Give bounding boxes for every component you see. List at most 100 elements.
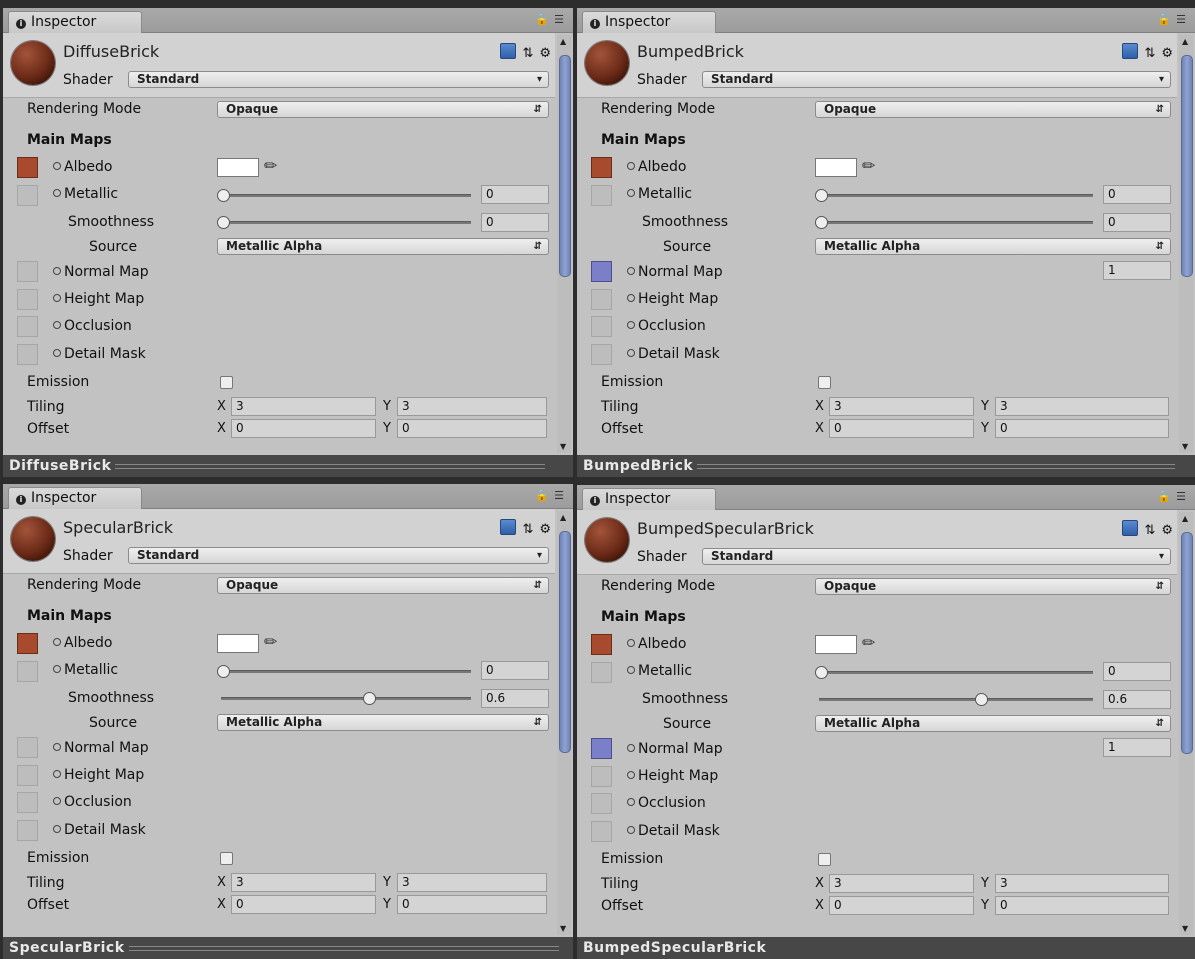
- metallic-texture-slot[interactable]: [17, 661, 38, 682]
- metallic-texture-slot[interactable]: [591, 185, 612, 206]
- tiling-y-field[interactable]: 3: [397, 397, 547, 416]
- metallic-slider-track[interactable]: [221, 670, 471, 673]
- footer-divider[interactable]: [697, 463, 1176, 469]
- detail-mask-texture-slot[interactable]: [591, 821, 612, 842]
- metallic-slider-handle[interactable]: [815, 666, 828, 679]
- scrollbar-thumb[interactable]: [559, 531, 571, 753]
- metallic-texture-slot[interactable]: [591, 662, 612, 683]
- albedo-color-swatch[interactable]: [217, 158, 259, 177]
- tiling-x-field[interactable]: 3: [829, 397, 974, 416]
- preset-icon[interactable]: ⇅: [522, 522, 533, 537]
- height-map-texture-slot[interactable]: [17, 289, 38, 310]
- offset-y-field[interactable]: 0: [397, 895, 547, 914]
- object-picker-icon[interactable]: [53, 665, 61, 673]
- shader-dropdown[interactable]: Standard ▾: [128, 547, 549, 564]
- scroll-down-icon[interactable]: ▼: [560, 442, 566, 451]
- scroll-down-icon[interactable]: ▼: [1182, 442, 1188, 451]
- source-dropdown[interactable]: Metallic Alpha ⇵: [217, 238, 549, 255]
- scroll-up-icon[interactable]: ▲: [1182, 37, 1188, 46]
- scroll-down-icon[interactable]: ▼: [560, 924, 566, 933]
- rendering-mode-dropdown[interactable]: Opaque ⇵: [815, 101, 1171, 118]
- object-picker-icon[interactable]: [627, 826, 635, 834]
- object-picker-icon[interactable]: [627, 162, 635, 170]
- albedo-texture-slot[interactable]: [17, 633, 38, 654]
- scroll-up-icon[interactable]: ▲: [1182, 514, 1188, 523]
- detail-mask-texture-slot[interactable]: [17, 344, 38, 365]
- offset-x-field[interactable]: 0: [829, 896, 974, 915]
- eyedropper-icon[interactable]: ✏: [862, 156, 875, 175]
- occlusion-texture-slot[interactable]: [17, 316, 38, 337]
- object-picker-icon[interactable]: [53, 743, 61, 751]
- tiling-y-field[interactable]: 3: [995, 397, 1169, 416]
- metallic-slider-track[interactable]: [819, 194, 1093, 197]
- tab-inspector[interactable]: i Inspector: [582, 488, 716, 510]
- object-picker-icon[interactable]: [627, 294, 635, 302]
- object-picker-icon[interactable]: [627, 639, 635, 647]
- eyedropper-icon[interactable]: ✏: [862, 633, 875, 652]
- offset-y-field[interactable]: 0: [397, 419, 547, 438]
- object-picker-icon[interactable]: [53, 267, 61, 275]
- smoothness-slider-handle[interactable]: [362, 692, 376, 705]
- normal-scale-field[interactable]: 1: [1103, 261, 1171, 280]
- smoothness-field[interactable]: 0.6: [481, 689, 549, 708]
- object-picker-icon[interactable]: [53, 797, 61, 805]
- metallic-slider-track[interactable]: [819, 671, 1093, 674]
- metallic-texture-slot[interactable]: [17, 185, 38, 206]
- scrollbar-thumb[interactable]: [1181, 55, 1193, 277]
- emission-checkbox[interactable]: [818, 853, 831, 866]
- shader-dropdown[interactable]: Standard ▾: [702, 71, 1171, 88]
- rendering-mode-dropdown[interactable]: Opaque ⇵: [217, 577, 549, 594]
- offset-x-field[interactable]: 0: [231, 895, 376, 914]
- rendering-mode-dropdown[interactable]: Opaque ⇵: [217, 101, 549, 118]
- scroll-down-icon[interactable]: ▼: [1182, 924, 1188, 933]
- smoothness-slider-track[interactable]: [221, 221, 471, 224]
- normal-map-texture-slot[interactable]: [17, 261, 38, 282]
- tab-inspector[interactable]: i Inspector: [8, 11, 142, 33]
- normal-map-texture-slot[interactable]: [17, 737, 38, 758]
- height-map-texture-slot[interactable]: [17, 765, 38, 786]
- scroll-up-icon[interactable]: ▲: [560, 37, 566, 46]
- object-picker-icon[interactable]: [53, 294, 61, 302]
- object-picker-icon[interactable]: [627, 267, 635, 275]
- smoothness-slider-handle[interactable]: [815, 216, 828, 229]
- tiling-x-field[interactable]: 3: [829, 874, 974, 893]
- tiling-y-field[interactable]: 3: [995, 874, 1169, 893]
- gear-icon[interactable]: ⚙: [1161, 523, 1173, 538]
- albedo-color-swatch[interactable]: [815, 158, 857, 177]
- footer-divider[interactable]: [115, 463, 546, 469]
- scrollbar-thumb[interactable]: [1181, 532, 1193, 754]
- detail-mask-texture-slot[interactable]: [591, 344, 612, 365]
- smoothness-field[interactable]: 0.6: [1103, 690, 1171, 709]
- shader-dropdown[interactable]: Standard ▾: [128, 71, 549, 88]
- occlusion-texture-slot[interactable]: [591, 793, 612, 814]
- normal-scale-field[interactable]: 1: [1103, 738, 1171, 757]
- vertical-scrollbar[interactable]: ▲ ▼: [1179, 35, 1193, 453]
- smoothness-slider-handle[interactable]: [975, 693, 989, 706]
- source-dropdown[interactable]: Metallic Alpha ⇵: [815, 238, 1171, 255]
- source-dropdown[interactable]: Metallic Alpha ⇵: [815, 715, 1171, 732]
- object-picker-icon[interactable]: [53, 825, 61, 833]
- preset-icon[interactable]: ⇅: [1144, 46, 1155, 61]
- smoothness-slider-track[interactable]: [221, 697, 471, 700]
- rendering-mode-dropdown[interactable]: Opaque ⇵: [815, 578, 1171, 595]
- object-picker-icon[interactable]: [53, 638, 61, 646]
- occlusion-texture-slot[interactable]: [591, 316, 612, 337]
- object-picker-icon[interactable]: [627, 321, 635, 329]
- lock-menu-icon[interactable]: 🔒 ☰: [1157, 490, 1187, 503]
- tiling-x-field[interactable]: 3: [231, 873, 376, 892]
- offset-y-field[interactable]: 0: [995, 896, 1169, 915]
- help-book-icon[interactable]: [1122, 43, 1139, 59]
- object-picker-icon[interactable]: [627, 666, 635, 674]
- detail-mask-texture-slot[interactable]: [17, 820, 38, 841]
- height-map-texture-slot[interactable]: [591, 766, 612, 787]
- albedo-color-swatch[interactable]: [217, 634, 259, 653]
- help-book-icon[interactable]: [500, 519, 517, 535]
- object-picker-icon[interactable]: [627, 798, 635, 806]
- height-map-texture-slot[interactable]: [591, 289, 612, 310]
- normal-map-texture-slot[interactable]: [591, 261, 612, 282]
- normal-map-texture-slot[interactable]: [591, 738, 612, 759]
- vertical-scrollbar[interactable]: ▲ ▼: [557, 511, 571, 935]
- albedo-texture-slot[interactable]: [591, 634, 612, 655]
- tiling-x-field[interactable]: 3: [231, 397, 376, 416]
- object-picker-icon[interactable]: [53, 189, 61, 197]
